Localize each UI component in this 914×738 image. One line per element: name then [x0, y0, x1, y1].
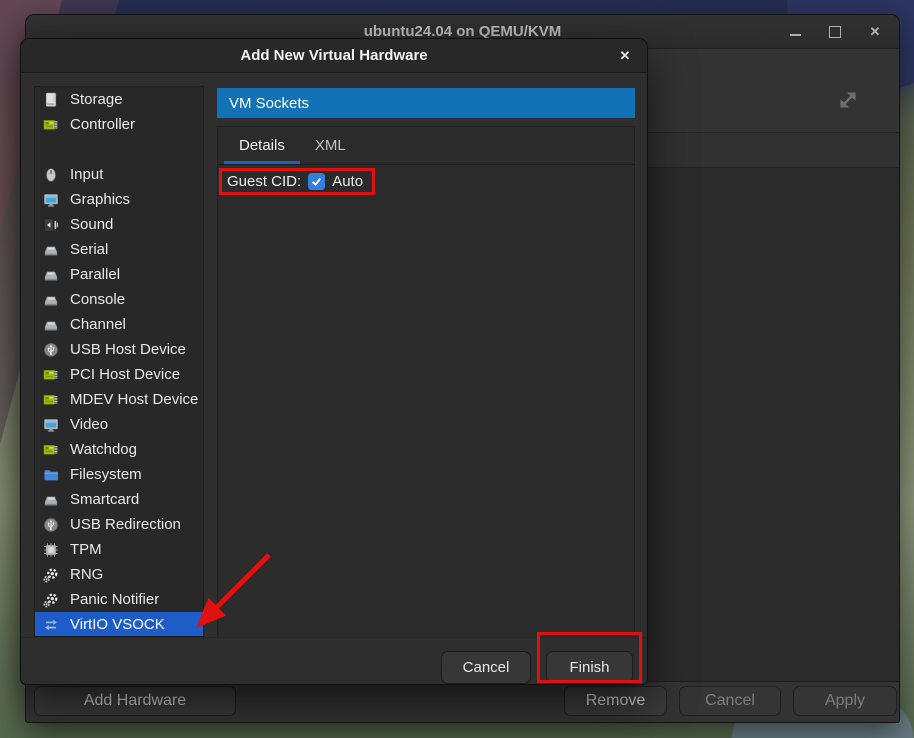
panel-header: VM Sockets — [217, 88, 635, 118]
sidebar-item-mdev-host-device[interactable]: MDEV Host Device — [35, 387, 203, 412]
sidebar-item-label: Serial — [70, 241, 108, 258]
dialog-cancel-button[interactable]: Cancel — [441, 651, 531, 684]
sidebar-item-label: USB Redirection — [70, 516, 181, 533]
board-icon — [43, 367, 59, 383]
sidebar-item-label: Storage — [70, 91, 123, 108]
sidebar-item-parallel[interactable]: Parallel — [35, 262, 203, 287]
sidebar-item-rng[interactable]: RNG — [35, 562, 203, 587]
check-icon — [310, 175, 323, 188]
usb-icon — [43, 342, 59, 358]
serial-icon — [43, 292, 59, 308]
window-bottom-bar: Add Hardware Remove Cancel Apply — [26, 681, 899, 722]
tab-details[interactable]: Details — [224, 127, 300, 164]
sidebar-spacer — [35, 137, 203, 162]
sidebar-item-label: Parallel — [70, 266, 120, 283]
folder-icon — [43, 467, 59, 483]
sidebar-item-label: USB Host Device — [70, 341, 186, 358]
gear-icon — [43, 592, 59, 608]
tab-bar: Details XML — [218, 127, 634, 165]
fullscreen-icon[interactable] — [834, 86, 862, 114]
sidebar-item-input[interactable]: Input — [35, 162, 203, 187]
sidebar-item-label: MDEV Host Device — [70, 391, 198, 408]
add-hardware-button[interactable]: Add Hardware — [34, 686, 236, 716]
guest-cid-label: Guest CID: — [227, 173, 301, 190]
remove-button[interactable]: Remove — [564, 686, 667, 716]
dialog-close-icon[interactable]: ✕ — [615, 46, 635, 66]
window-controls: ✕ — [787, 15, 883, 49]
sidebar-item-label: Sound — [70, 216, 113, 233]
tab-xml[interactable]: XML — [300, 127, 361, 164]
dialog-title: Add New Virtual Hardware — [240, 47, 427, 64]
apply-button[interactable]: Apply — [793, 686, 897, 716]
chip-icon — [43, 542, 59, 558]
disk-icon — [43, 92, 59, 108]
sidebar-item-smartcard[interactable]: Smartcard — [35, 487, 203, 512]
sidebar-item-label: Watchdog — [70, 441, 137, 458]
sidebar-item-label: Smartcard — [70, 491, 139, 508]
sidebar-item-channel[interactable]: Channel — [35, 312, 203, 337]
sidebar-item-sound[interactable]: Sound — [35, 212, 203, 237]
sidebar-item-pci-host-device[interactable]: PCI Host Device — [35, 362, 203, 387]
usb-icon — [43, 517, 59, 533]
sidebar-item-tpm[interactable]: TPM — [35, 537, 203, 562]
sidebar-item-serial[interactable]: Serial — [35, 237, 203, 262]
sidebar-item-usb-host-device[interactable]: USB Host Device — [35, 337, 203, 362]
serial-icon — [43, 317, 59, 333]
sidebar-item-controller[interactable]: Controller — [35, 112, 203, 137]
sidebar-item-label: PCI Host Device — [70, 366, 180, 383]
add-hardware-dialog: Add New Virtual Hardware ✕ Storage Contro… — [20, 38, 648, 685]
details-content: Guest CID: Auto — [218, 165, 634, 195]
speaker-icon — [43, 217, 59, 233]
auto-checkbox[interactable] — [308, 173, 325, 190]
finish-button[interactable]: Finish — [546, 651, 633, 684]
maximize-icon[interactable] — [827, 24, 843, 40]
serial-icon — [43, 267, 59, 283]
sidebar-item-graphics[interactable]: Graphics — [35, 187, 203, 212]
sidebar-item-storage[interactable]: Storage — [35, 87, 203, 112]
sidebar-item-label: Console — [70, 291, 125, 308]
sidebar-item-label: Video — [70, 416, 108, 433]
monitor-icon — [43, 417, 59, 433]
sidebar-item-label: Controller — [70, 116, 135, 133]
sidebar-item-usb-redirection[interactable]: USB Redirection — [35, 512, 203, 537]
gear-icon — [43, 567, 59, 583]
sidebar-item-filesystem[interactable]: Filesystem — [35, 462, 203, 487]
sidebar-item-label: RNG — [70, 566, 103, 583]
serial-icon — [43, 242, 59, 258]
sidebar-item-label: VirtIO VSOCK — [70, 616, 165, 633]
panel-header-area: VM Sockets — [217, 88, 635, 118]
sidebar-item-video[interactable]: Video — [35, 412, 203, 437]
sidebar-item-label: TPM — [70, 541, 102, 558]
minimize-icon[interactable] — [787, 24, 803, 40]
window-cancel-button[interactable]: Cancel — [679, 686, 781, 716]
board-icon — [43, 392, 59, 408]
monitor-icon — [43, 192, 59, 208]
dialog-titlebar: Add New Virtual Hardware ✕ — [21, 39, 647, 73]
board-icon — [43, 117, 59, 133]
serial-icon — [43, 492, 59, 508]
sidebar-item-watchdog[interactable]: Watchdog — [35, 437, 203, 462]
sidebar-item-virtio-vsock[interactable]: VirtIO VSOCK — [35, 612, 203, 637]
mouse-icon — [43, 167, 59, 183]
sidebar-item-label: Channel — [70, 316, 126, 333]
guest-cid-annotated-box: Guest CID: Auto — [219, 168, 375, 195]
sidebar-item-label: Input — [70, 166, 103, 183]
hardware-type-list: Storage Controller Input Graphics Sound Seria… — [34, 86, 204, 637]
sidebar-item-console[interactable]: Console — [35, 287, 203, 312]
sidebar-item-panic-notifier[interactable]: Panic Notifier — [35, 587, 203, 612]
sidebar-item-label: Filesystem — [70, 466, 142, 483]
details-notebook: Details XML Guest CID: Auto — [217, 126, 635, 638]
sidebar-item-label: Graphics — [70, 191, 130, 208]
close-icon[interactable]: ✕ — [867, 24, 883, 40]
auto-label: Auto — [332, 173, 363, 190]
arrows-icon — [43, 617, 59, 633]
desktop: { "main_window": { "title": "ubuntu24.04… — [0, 0, 914, 738]
sidebar-item-label: Panic Notifier — [70, 591, 159, 608]
board-icon — [43, 442, 59, 458]
dialog-actions: Cancel Finish — [21, 637, 647, 684]
